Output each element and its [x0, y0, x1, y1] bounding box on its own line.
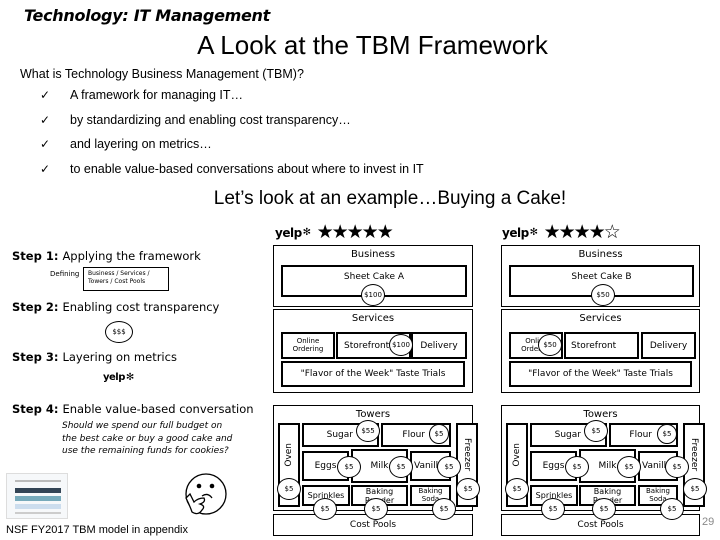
service-storefront[interactable]: Storefront: [564, 332, 639, 359]
step-text: Layering on metrics: [62, 350, 177, 364]
service-delivery[interactable]: Delivery: [411, 332, 467, 359]
services-layer: Services Online Ordering Storefront Deli…: [273, 309, 473, 393]
step-label: Step 4:: [12, 402, 59, 416]
step-1: Step 1: Applying the framework: [12, 249, 201, 263]
tbm-model-thumbnail[interactable]: [6, 473, 68, 519]
bullet-item: ✓ and layering on metrics…: [40, 137, 424, 162]
business-header: Business: [350, 249, 396, 260]
towers-layer: Towers Oven Freezer Sugar Flour Eggs Mil…: [501, 405, 707, 520]
cost-eggs: $5: [337, 456, 361, 478]
yelp-burst-icon: ✻: [529, 227, 538, 238]
towers-layer: Towers Oven Freezer Sugar Flour Eggs Mil…: [273, 405, 480, 520]
cost-vanilla: $5: [665, 456, 689, 478]
step-text: Applying the framework: [62, 249, 201, 263]
cost-freezer: $5: [456, 478, 480, 500]
services-header: Services: [579, 313, 622, 324]
thinking-face-icon: [185, 473, 227, 515]
money-circle-icon: $$$: [105, 321, 133, 343]
cost-sugar: $5: [584, 420, 608, 442]
service-online-ordering[interactable]: Online Ordering: [281, 332, 335, 359]
promo-box[interactable]: "Flavor of the Week" Taste Trials: [509, 361, 692, 387]
cost-milk: $5: [389, 456, 413, 478]
business-header: Business: [578, 249, 623, 260]
step-text: Enabling cost transparency: [62, 300, 220, 314]
bullet-text: to enable value-based conversations abou…: [70, 161, 424, 176]
cost-baking-powder: $5: [592, 498, 616, 520]
bullet-item: ✓ to enable value-based conversations abo…: [40, 162, 424, 187]
value-question: Should we spend our full budget on the b…: [62, 421, 233, 457]
cost-oven: $5: [277, 478, 301, 500]
yelp-logo: yelp: [275, 225, 302, 240]
promo-box[interactable]: "Flavor of the Week" Taste Trials: [281, 361, 465, 387]
yelp-logo: yelp: [502, 225, 529, 240]
bullet-item: ✓ by standardizing and enabling cost tran…: [40, 113, 424, 138]
step-3: Step 3: Layering on metrics: [12, 350, 177, 364]
services-header: Services: [351, 313, 395, 324]
product-cost: $50: [591, 284, 615, 306]
cost-flour: $5: [429, 424, 449, 444]
step-label: Step 1:: [12, 249, 59, 263]
cost-sprinkles: $5: [313, 498, 337, 520]
services-layer: Services Online Ordering Storefront Deli…: [501, 309, 700, 393]
bullet-text: A framework for managing IT…: [70, 88, 243, 102]
check-icon: ✓: [40, 88, 51, 102]
cost-baking-soda: $5: [432, 498, 456, 520]
yelp-logo-icon: yelp ✻: [103, 372, 134, 383]
cost-sugar: $55: [356, 420, 380, 442]
example-title: Let’s look at an example…Buying a Cake!: [213, 188, 567, 209]
towers-header: Towers: [583, 409, 618, 420]
slide-title: A Look at the TBM Framework: [197, 30, 548, 60]
appendix-note: NSF FY2017 TBM model in appendix: [6, 524, 188, 536]
yelp-burst-icon: ✻: [302, 227, 311, 238]
service-delivery[interactable]: Delivery: [641, 332, 696, 359]
product-cost: $100: [361, 284, 385, 306]
defining-label: Defining: [50, 270, 80, 278]
cost-baking-soda: $5: [660, 498, 684, 520]
service-cost: $50: [538, 334, 562, 356]
check-icon: ✓: [40, 112, 51, 127]
page-number: 29: [702, 516, 715, 528]
star-rating-icons: ★★★★☆: [543, 221, 621, 243]
cost-vanilla: $5: [437, 456, 461, 478]
step-text: Enable value-based conversation: [62, 402, 254, 416]
cost-baking-powder: $5: [364, 498, 388, 520]
step-label: Step 3:: [12, 350, 59, 364]
check-icon: ✓: [40, 137, 51, 151]
check-icon: ✓: [40, 161, 51, 176]
intro-question: What is Technology Business Management (…: [20, 67, 304, 81]
rating-b: yelp ✻ ★★★★☆: [502, 221, 621, 243]
step-2: Step 2: Enabling cost transparency: [12, 300, 219, 314]
step-label: Step 2:: [12, 300, 59, 314]
cost-freezer: $5: [683, 478, 707, 500]
step-4: Step 4: Enable value-based conversation: [12, 402, 254, 416]
framework-layers-box: Business / Services / Towers / Cost Pool…: [83, 267, 169, 291]
cost-eggs: $5: [565, 456, 589, 478]
cost-sprinkles: $5: [541, 498, 565, 520]
topic-label: Technology: IT Management: [24, 6, 271, 25]
bullet-text: by standardizing and enabling cost trans…: [70, 112, 351, 127]
bullet-item: ✓ A framework for managing IT…: [40, 88, 424, 113]
cost-oven: $5: [505, 478, 529, 500]
bullet-text: and layering on metrics…: [70, 137, 212, 151]
service-cost: $100: [389, 334, 413, 356]
star-rating-icons: ★★★★★: [316, 221, 394, 243]
rating-a: yelp ✻ ★★★★★: [275, 221, 394, 243]
intro-bullet-list: ✓ A framework for managing IT… ✓ by standa…: [40, 88, 424, 186]
cost-milk: $5: [617, 456, 641, 478]
towers-header: Towers: [355, 409, 391, 420]
cost-flour: $5: [657, 424, 677, 444]
